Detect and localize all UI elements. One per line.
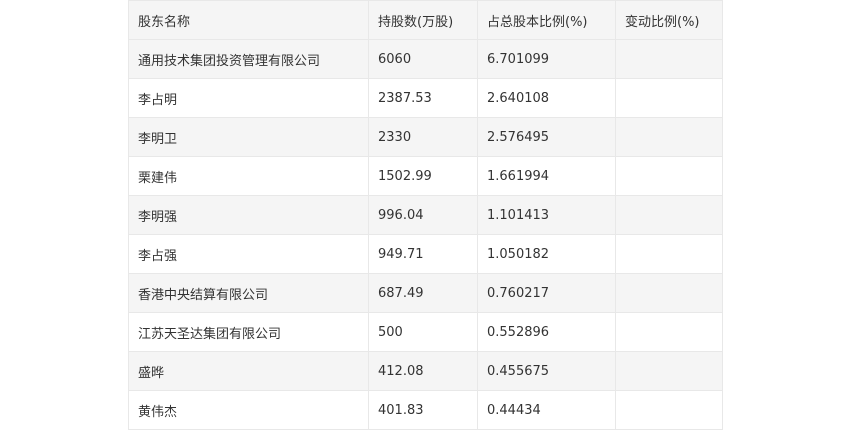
cell-shares: 949.71 <box>368 234 478 274</box>
cell-change <box>615 390 723 430</box>
cell-shareholder-name: 香港中央结算有限公司 <box>128 273 369 313</box>
table-header-row: 股东名称 持股数(万股) 占总股本比例(%) 变动比例(%) <box>128 0 723 40</box>
cell-ratio: 1.050182 <box>477 234 616 274</box>
table-row: 李明卫 2330 2.576495 <box>128 117 723 157</box>
cell-shares: 401.83 <box>368 390 478 430</box>
cell-shareholder-name: 江苏天圣达集团有限公司 <box>128 312 369 352</box>
cell-shares: 2330 <box>368 117 478 157</box>
table-row: 江苏天圣达集团有限公司 500 0.552896 <box>128 312 723 352</box>
page: 股东名称 持股数(万股) 占总股本比例(%) 变动比例(%) 通用技术集团投资管… <box>0 0 850 430</box>
cell-shares: 687.49 <box>368 273 478 313</box>
cell-shareholder-name: 李明强 <box>128 195 369 235</box>
header-ratio: 占总股本比例(%) <box>477 0 616 40</box>
table-row: 通用技术集团投资管理有限公司 6060 6.701099 <box>128 39 723 79</box>
cell-change <box>615 78 723 118</box>
cell-change <box>615 351 723 391</box>
cell-shares: 2387.53 <box>368 78 478 118</box>
table-row: 栗建伟 1502.99 1.661994 <box>128 156 723 196</box>
table-row: 黄伟杰 401.83 0.44434 <box>128 390 723 430</box>
cell-change <box>615 273 723 313</box>
cell-change <box>615 312 723 352</box>
cell-shareholder-name: 栗建伟 <box>128 156 369 196</box>
cell-shares: 412.08 <box>368 351 478 391</box>
cell-change <box>615 39 723 79</box>
cell-shareholder-name: 通用技术集团投资管理有限公司 <box>128 39 369 79</box>
cell-shareholder-name: 黄伟杰 <box>128 390 369 430</box>
table-row: 香港中央结算有限公司 687.49 0.760217 <box>128 273 723 313</box>
shareholders-table: 股东名称 持股数(万股) 占总股本比例(%) 变动比例(%) 通用技术集团投资管… <box>128 0 723 430</box>
table-row: 李占强 949.71 1.050182 <box>128 234 723 274</box>
header-change: 变动比例(%) <box>615 0 723 40</box>
cell-ratio: 0.552896 <box>477 312 616 352</box>
cell-shareholder-name: 盛晔 <box>128 351 369 391</box>
cell-ratio: 2.576495 <box>477 117 616 157</box>
table-row: 李占明 2387.53 2.640108 <box>128 78 723 118</box>
cell-ratio: 2.640108 <box>477 78 616 118</box>
cell-ratio: 0.44434 <box>477 390 616 430</box>
cell-ratio: 1.101413 <box>477 195 616 235</box>
cell-ratio: 0.455675 <box>477 351 616 391</box>
table-row: 盛晔 412.08 0.455675 <box>128 351 723 391</box>
table-row: 李明强 996.04 1.101413 <box>128 195 723 235</box>
cell-shareholder-name: 李占明 <box>128 78 369 118</box>
cell-change <box>615 156 723 196</box>
cell-shareholder-name: 李明卫 <box>128 117 369 157</box>
cell-ratio: 1.661994 <box>477 156 616 196</box>
cell-ratio: 6.701099 <box>477 39 616 79</box>
header-shares: 持股数(万股) <box>368 0 478 40</box>
header-shareholder-name: 股东名称 <box>128 0 369 40</box>
cell-shares: 996.04 <box>368 195 478 235</box>
cell-shares: 500 <box>368 312 478 352</box>
cell-change <box>615 195 723 235</box>
cell-shares: 1502.99 <box>368 156 478 196</box>
cell-shareholder-name: 李占强 <box>128 234 369 274</box>
cell-change <box>615 117 723 157</box>
cell-shares: 6060 <box>368 39 478 79</box>
cell-ratio: 0.760217 <box>477 273 616 313</box>
cell-change <box>615 234 723 274</box>
